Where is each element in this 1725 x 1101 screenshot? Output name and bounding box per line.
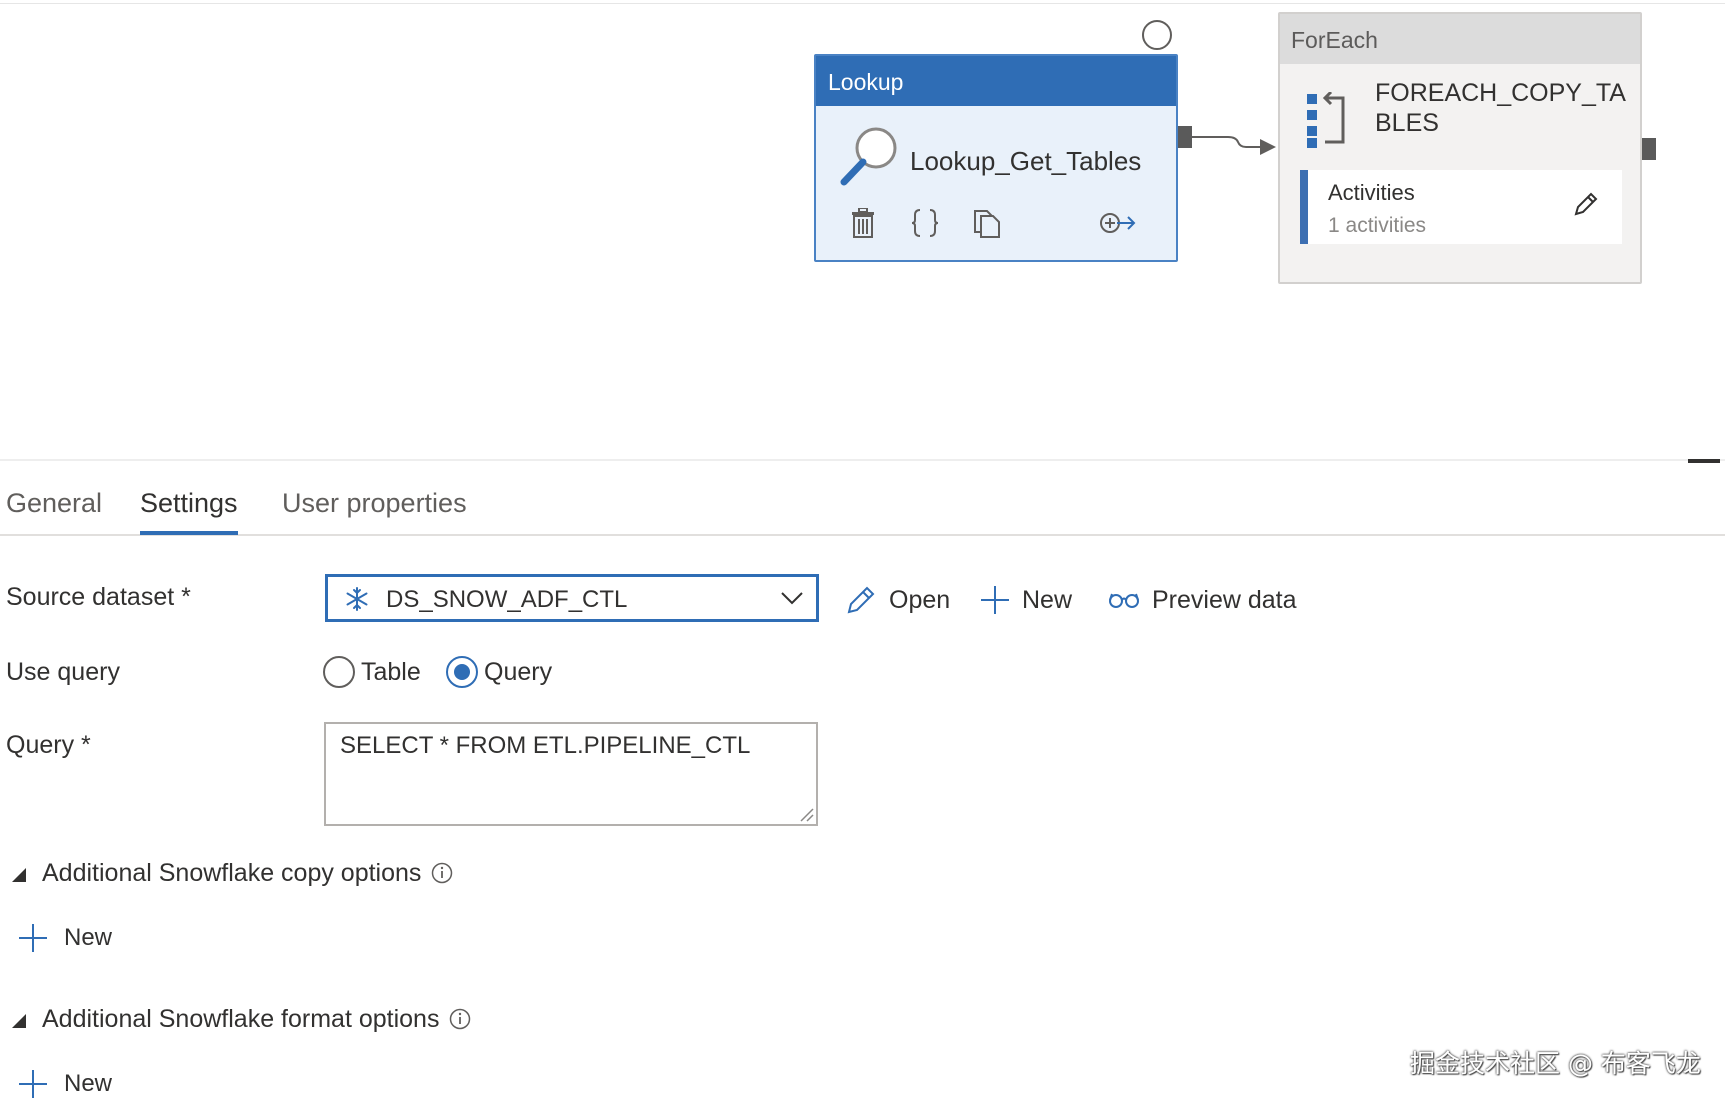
- chevron-down-icon: [781, 592, 803, 605]
- clone-icon[interactable]: [970, 206, 1004, 240]
- plus-icon: [981, 586, 1009, 614]
- plus-icon: [19, 924, 47, 952]
- required-mark: *: [181, 583, 191, 611]
- foreach-output-port[interactable]: [1642, 138, 1656, 160]
- completion-port-icon[interactable]: [1142, 20, 1172, 50]
- radio-table-label: Table: [361, 657, 421, 686]
- tab-general[interactable]: General: [6, 488, 102, 531]
- foreach-activity-type: ForEach: [1280, 14, 1640, 64]
- magnifier-icon: [840, 127, 897, 186]
- foreach-activity-name: FOREACH_COPY_TABLES: [1375, 79, 1626, 137]
- source-dataset-dropdown[interactable]: DS_SNOW_ADF_CTL: [325, 574, 819, 622]
- use-query-label: Use query: [6, 658, 120, 686]
- new-copy-option-label: New: [64, 924, 113, 951]
- new-dataset-button[interactable]: New: [980, 582, 1072, 618]
- new-format-option-label: New: [64, 1070, 113, 1097]
- glasses-icon: [1109, 593, 1139, 608]
- source-dataset-value: DS_SNOW_ADF_CTL: [386, 586, 628, 613]
- tab-settings[interactable]: Settings: [140, 488, 238, 535]
- properties-tabs: General Settings User properties: [0, 488, 1725, 536]
- delete-icon[interactable]: [846, 206, 880, 240]
- radio-table-circle: [323, 656, 355, 688]
- tab-user-properties[interactable]: User properties: [282, 488, 467, 531]
- pencil-icon: [847, 586, 875, 614]
- snowflake-icon: [346, 587, 368, 611]
- lookup-activity-card[interactable]: Lookup Lookup_Get_Tables: [814, 54, 1178, 262]
- source-dataset-label-text: Source dataset: [6, 583, 175, 611]
- resize-grip-icon[interactable]: [798, 806, 814, 822]
- collapse-triangle-icon: [12, 868, 26, 882]
- foreach-icon: [1307, 92, 1345, 148]
- query-label-text: Query: [6, 731, 75, 759]
- activities-count: 1 activities: [1328, 214, 1427, 237]
- plus-icon: [19, 1070, 47, 1098]
- radio-query-label: Query: [484, 657, 553, 686]
- radio-query[interactable]: Query: [446, 654, 552, 690]
- info-icon[interactable]: [431, 862, 453, 884]
- radio-query-circle: [446, 656, 478, 688]
- radio-selected-dot: [454, 664, 470, 680]
- activities-label: Activities: [1328, 180, 1415, 205]
- new-dataset-label: New: [1022, 585, 1073, 614]
- watermark: 掘金技术社区 @ 布客飞龙: [1410, 1049, 1701, 1078]
- code-braces-icon[interactable]: [908, 206, 942, 240]
- activity-connector-arrow: [1192, 136, 1276, 155]
- edit-pencil-icon[interactable]: [1570, 190, 1600, 220]
- foreach-activity-card[interactable]: ForEach FOREACH_COPY_TABLES Activities 1…: [1278, 12, 1642, 284]
- source-dataset-label: Source dataset *: [6, 583, 191, 612]
- lookup-activity-type: Lookup: [816, 56, 1176, 106]
- open-dataset-label: Open: [889, 585, 951, 614]
- copy-options-title: Additional Snowflake copy options: [42, 858, 422, 887]
- add-output-icon[interactable]: [1098, 206, 1138, 240]
- new-copy-option-button[interactable]: New: [18, 920, 112, 956]
- foreach-activities-container[interactable]: Activities 1 activities: [1300, 170, 1622, 244]
- query-label: Query *: [6, 731, 91, 760]
- canvas-top-border: [0, 3, 1725, 4]
- format-options-section-toggle[interactable]: Additional Snowflake format options: [12, 1001, 471, 1037]
- radio-table[interactable]: Table: [323, 654, 421, 690]
- preview-data-button[interactable]: Preview data: [1108, 582, 1297, 618]
- copy-options-section-toggle[interactable]: Additional Snowflake copy options: [12, 855, 453, 891]
- lookup-activity-name: Lookup_Get_Tables: [910, 146, 1142, 176]
- format-options-title: Additional Snowflake format options: [42, 1004, 440, 1033]
- query-textarea[interactable]: SELECT * FROM ETL.PIPELINE_CTL: [324, 722, 818, 826]
- query-required-mark: *: [81, 731, 91, 759]
- panel-divider: [0, 459, 1725, 461]
- pipeline-canvas[interactable]: Lookup Lookup_Get_Tables ForEach FOREACH…: [0, 0, 1725, 455]
- new-format-option-button[interactable]: New: [18, 1066, 112, 1101]
- collapse-triangle-icon: [12, 1014, 26, 1028]
- open-dataset-button[interactable]: Open: [845, 582, 950, 618]
- preview-data-label: Preview data: [1152, 585, 1297, 614]
- info-icon[interactable]: [449, 1008, 471, 1030]
- minimize-panel-icon[interactable]: [1688, 459, 1720, 463]
